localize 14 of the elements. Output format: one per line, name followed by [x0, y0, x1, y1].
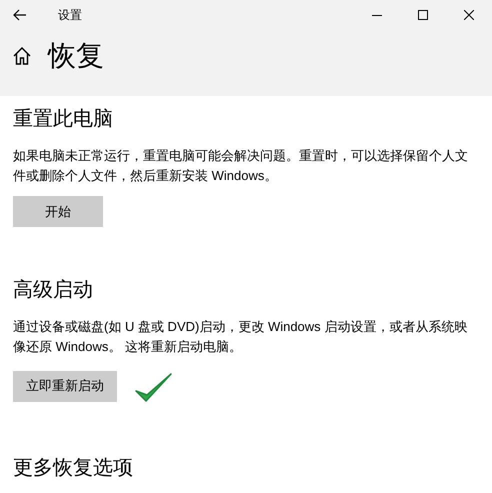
back-arrow-icon: [13, 9, 27, 21]
section-title: 高级启动: [13, 278, 94, 303]
minimize-icon: [372, 14, 382, 16]
section-title: 更多恢复选项: [13, 456, 134, 481]
window-title: 设置: [58, 7, 82, 24]
page-title: 恢复: [48, 42, 104, 70]
action-button[interactable]: 立即重新启动: [13, 370, 117, 402]
section-description: 通过设备或磁盘(如 U 盘或 DVD)启动，更改 Windows 启动设置，或者从系统映像还原 Windows。 这将重新启动电脑。: [13, 318, 468, 356]
home-icon: [12, 46, 32, 66]
action-button[interactable]: 开始: [13, 196, 103, 227]
maximize-icon: [418, 10, 428, 20]
close-icon: [464, 10, 474, 20]
section-title: 重置此电脑: [13, 107, 114, 132]
section-description: 如果电脑未正常运行，重置电脑可能会解决问题。重置时，可以选择保留个人文件或删除个人文件，然后重新安装 Windows。: [13, 147, 469, 185]
